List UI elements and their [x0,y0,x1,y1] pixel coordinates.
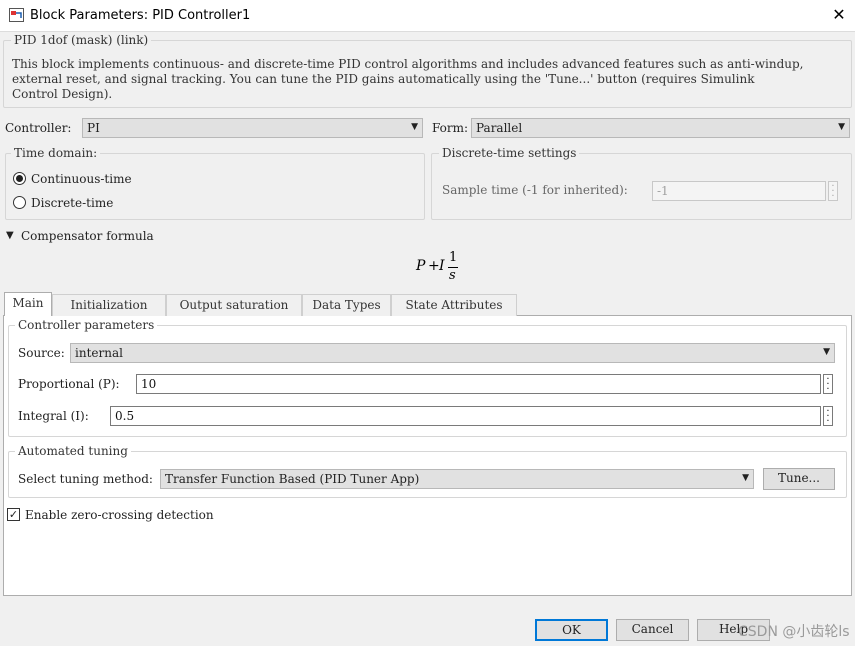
proportional-field[interactable]: 10 [136,374,821,394]
tab-state-attributes[interactable]: State Attributes [391,294,517,316]
tab-main[interactable]: Main [4,292,52,316]
ok-button[interactable]: OK [535,619,608,641]
dropdown-arrow-icon: ▼ [838,122,845,132]
dropdown-arrow-icon: ▼ [823,347,830,357]
formula-plus: + [428,258,440,274]
ellipsis-icon[interactable]: · · · [828,181,838,202]
compensator-formula-label[interactable]: Compensator formula [21,229,154,243]
discrete-settings-legend: Discrete-time settings [439,146,580,160]
source-label: Source: [18,346,65,360]
tuning-method-dropdown[interactable]: Transfer Function Based (PID Tuner App) … [160,469,754,489]
continuous-time-label[interactable]: Continuous-time [31,172,132,186]
discrete-time-label[interactable]: Discrete-time [31,196,113,210]
cancel-button[interactable]: Cancel [616,619,689,641]
form-value: Parallel [476,121,523,135]
controller-dropdown[interactable]: PI ▼ [82,118,423,138]
collapse-arrow-icon[interactable]: ▼ [6,230,14,241]
integral-field[interactable]: 0.5 [110,406,821,426]
controller-label: Controller: [5,121,72,135]
continuous-time-radio[interactable] [13,172,26,185]
source-value: internal [75,346,123,360]
tune-button[interactable]: Tune... [763,468,835,490]
dropdown-arrow-icon: ▼ [742,473,749,483]
dropdown-arrow-icon: ▼ [411,122,418,132]
controller-parameters-legend: Controller parameters [15,318,158,332]
simulink-app-icon [9,8,24,22]
controller-value: PI [87,121,100,135]
discrete-time-radio[interactable] [13,196,26,209]
formula-i: I [439,258,445,274]
zero-crossing-checkbox[interactable]: ✓ [7,508,20,521]
title-bar: Block Parameters: PID Controller1 ✕ [0,0,855,32]
form-label: Form: [432,121,469,135]
source-dropdown[interactable]: internal ▼ [70,343,835,363]
formula-denominator: s [449,268,456,283]
tuning-method-value: Transfer Function Based (PID Tuner App) [165,472,420,486]
formula-numerator: 1 [449,250,458,265]
compensator-formula: P + I 1 s [416,250,476,284]
block-description: This block implements continuous- and di… [12,57,804,101]
tab-initialization[interactable]: Initialization [52,294,166,316]
form-dropdown[interactable]: Parallel ▼ [471,118,850,138]
mask-legend: PID 1dof (mask) (link) [11,33,152,47]
window-title: Block Parameters: PID Controller1 [30,8,251,23]
ellipsis-icon[interactable]: · · · [823,374,833,395]
formula-p: P [416,258,426,274]
sample-time-label: Sample time (-1 for inherited): [442,183,628,197]
automated-tuning-legend: Automated tuning [15,444,131,458]
integral-label: Integral (I): [18,409,89,423]
time-domain-legend: Time domain: [11,146,101,160]
tuning-method-label: Select tuning method: [18,472,153,486]
zero-crossing-label[interactable]: Enable zero-crossing detection [25,508,214,522]
close-icon[interactable]: ✕ [826,2,852,28]
tab-output-saturation[interactable]: Output saturation [166,294,302,316]
ellipsis-icon[interactable]: · · · [823,406,833,427]
watermark: CSDN @小齿轮ls [738,624,850,640]
tab-data-types[interactable]: Data Types [302,294,391,316]
proportional-label: Proportional (P): [18,377,120,391]
sample-time-field[interactable]: -1 [652,181,826,201]
